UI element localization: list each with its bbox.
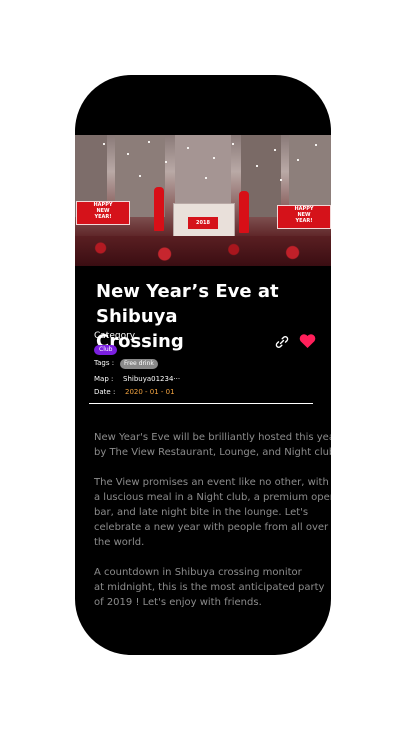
tag-chip[interactable]: Free drink	[120, 359, 158, 369]
event-description: New Year's Eve will be brilliantly hoste…	[94, 430, 331, 625]
category-label: Category	[94, 331, 136, 341]
tags-label: Tags :	[94, 359, 115, 367]
description-paragraph: A countdown in Shibuya crossing monitor …	[94, 567, 325, 608]
hero-crowd	[75, 236, 331, 266]
description-paragraph: The View promises an event like no other…	[94, 477, 331, 548]
event-title: New Year’s Eve at Shibuya Crossing	[96, 281, 279, 352]
hero-stage-text: 2018	[188, 217, 218, 229]
section-divider	[89, 403, 313, 404]
event-hero-image: HAPPY NEW YEAR! HAPPY NEW YEAR! 2018	[75, 135, 331, 266]
link-icon[interactable]	[274, 334, 290, 350]
category-chip[interactable]: Club	[94, 345, 118, 355]
date-value: 2020 - 01 - 01	[125, 388, 175, 396]
date-label: Date :	[94, 388, 116, 396]
map-label: Map :	[94, 375, 114, 383]
hero-sign-right: HAPPY NEW YEAR!	[277, 205, 331, 229]
phone-frame: HAPPY NEW YEAR! HAPPY NEW YEAR! 2018 New…	[75, 75, 331, 655]
hero-stage: 2018	[173, 203, 235, 237]
description-paragraph: New Year's Eve will be brilliantly hoste…	[94, 432, 331, 458]
map-value-link[interactable]: Shibuya01234···	[123, 375, 180, 383]
hero-sign-left: HAPPY NEW YEAR!	[76, 201, 130, 225]
heart-icon[interactable]	[299, 333, 316, 349]
